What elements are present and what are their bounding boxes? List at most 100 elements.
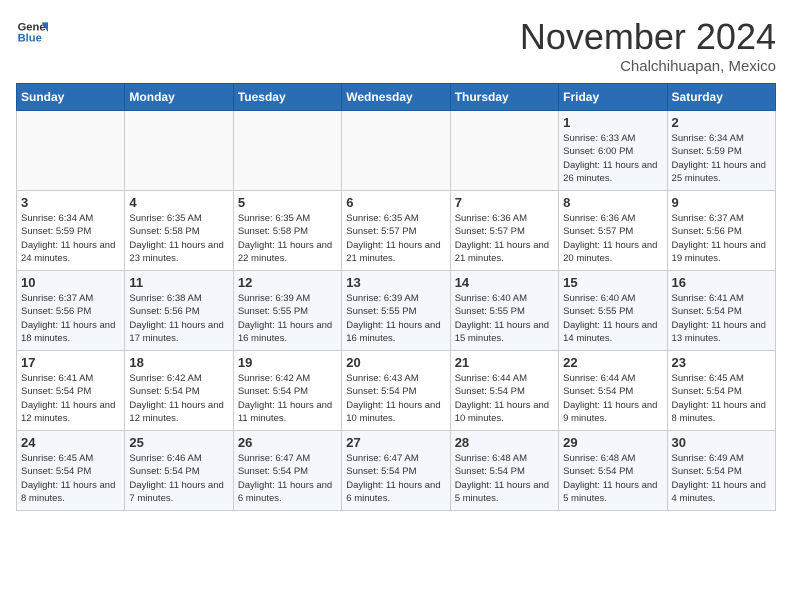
calendar-cell: 18 Sunrise: 6:42 AM Sunset: 5:54 PM Dayli… bbox=[125, 351, 233, 431]
calendar-cell: 17 Sunrise: 6:41 AM Sunset: 5:54 PM Dayli… bbox=[17, 351, 125, 431]
calendar-cell: 13 Sunrise: 6:39 AM Sunset: 5:55 PM Dayli… bbox=[342, 271, 450, 351]
calendar-cell: 12 Sunrise: 6:39 AM Sunset: 5:55 PM Dayli… bbox=[233, 271, 341, 351]
day-number: 7 bbox=[455, 195, 554, 210]
day-number: 5 bbox=[238, 195, 337, 210]
day-number: 26 bbox=[238, 435, 337, 450]
day-number: 15 bbox=[563, 275, 662, 290]
day-info: Sunrise: 6:39 AM Sunset: 5:55 PM Dayligh… bbox=[346, 292, 445, 345]
calendar-cell: 8Sunrise: 6:36 AM Sunset: 5:57 PM Daylig… bbox=[559, 191, 667, 271]
weekday-header-saturday: Saturday bbox=[667, 84, 775, 111]
page-header: General Blue November 2024 Chalchihuapan… bbox=[16, 16, 776, 75]
day-info: Sunrise: 6:35 AM Sunset: 5:58 PM Dayligh… bbox=[238, 212, 337, 265]
svg-text:Blue: Blue bbox=[18, 33, 42, 45]
calendar-cell: 29 Sunrise: 6:48 AM Sunset: 5:54 PM Dayli… bbox=[559, 431, 667, 511]
calendar-cell: 16 Sunrise: 6:41 AM Sunset: 5:54 PM Dayli… bbox=[667, 271, 775, 351]
day-number: 29 bbox=[563, 435, 662, 450]
day-number: 17 bbox=[21, 355, 120, 370]
weekday-header-wednesday: Wednesday bbox=[342, 84, 450, 111]
day-info: Sunrise: 6:41 AM Sunset: 5:54 PM Dayligh… bbox=[21, 372, 120, 425]
day-info: Sunrise: 6:42 AM Sunset: 5:54 PM Dayligh… bbox=[129, 372, 228, 425]
calendar-cell: 2 Sunrise: 6:34 AM Sunset: 5:59 PM Daylig… bbox=[667, 111, 775, 191]
day-number: 2 bbox=[672, 115, 771, 130]
calendar-cell bbox=[233, 111, 341, 191]
day-info: Sunrise: 6:44 AM Sunset: 5:54 PM Dayligh… bbox=[563, 372, 662, 425]
day-info: Sunrise: 6:49 AM Sunset: 5:54 PM Dayligh… bbox=[672, 452, 771, 505]
weekday-header-monday: Monday bbox=[125, 84, 233, 111]
day-info: Sunrise: 6:47 AM Sunset: 5:54 PM Dayligh… bbox=[238, 452, 337, 505]
day-number: 13 bbox=[346, 275, 445, 290]
day-info: Sunrise: 6:39 AM Sunset: 5:55 PM Dayligh… bbox=[238, 292, 337, 345]
calendar-cell: 21 Sunrise: 6:44 AM Sunset: 5:54 PM Dayli… bbox=[450, 351, 558, 431]
weekday-header-tuesday: Tuesday bbox=[233, 84, 341, 111]
logo-icon: General Blue bbox=[16, 16, 48, 48]
calendar-cell: 6 Sunrise: 6:35 AM Sunset: 5:57 PM Daylig… bbox=[342, 191, 450, 271]
day-info: Sunrise: 6:41 AM Sunset: 5:54 PM Dayligh… bbox=[672, 292, 771, 345]
day-info: Sunrise: 6:45 AM Sunset: 5:54 PM Dayligh… bbox=[672, 372, 771, 425]
calendar-cell: 22 Sunrise: 6:44 AM Sunset: 5:54 PM Dayli… bbox=[559, 351, 667, 431]
calendar-week-2: 3 Sunrise: 6:34 AM Sunset: 5:59 PM Daylig… bbox=[17, 191, 776, 271]
day-number: 16 bbox=[672, 275, 771, 290]
day-number: 10 bbox=[21, 275, 120, 290]
day-number: 21 bbox=[455, 355, 554, 370]
day-info: Sunrise: 6:40 AM Sunset: 5:55 PM Dayligh… bbox=[563, 292, 662, 345]
logo: General Blue bbox=[16, 16, 48, 48]
weekday-header-friday: Friday bbox=[559, 84, 667, 111]
day-info: Sunrise: 6:48 AM Sunset: 5:54 PM Dayligh… bbox=[563, 452, 662, 505]
day-number: 24 bbox=[21, 435, 120, 450]
calendar-cell: 19 Sunrise: 6:42 AM Sunset: 5:54 PM Dayli… bbox=[233, 351, 341, 431]
calendar-week-1: 1Sunrise: 6:33 AM Sunset: 6:00 PM Daylig… bbox=[17, 111, 776, 191]
calendar-cell: 10Sunrise: 6:37 AM Sunset: 5:56 PM Dayli… bbox=[17, 271, 125, 351]
title-block: November 2024 Chalchihuapan, Mexico bbox=[520, 16, 776, 75]
calendar-cell bbox=[342, 111, 450, 191]
day-number: 1 bbox=[563, 115, 662, 130]
day-number: 19 bbox=[238, 355, 337, 370]
day-info: Sunrise: 6:34 AM Sunset: 5:59 PM Dayligh… bbox=[672, 132, 771, 185]
calendar-cell: 28Sunrise: 6:48 AM Sunset: 5:54 PM Dayli… bbox=[450, 431, 558, 511]
calendar-table: SundayMondayTuesdayWednesdayThursdayFrid… bbox=[16, 83, 776, 511]
calendar-cell: 15 Sunrise: 6:40 AM Sunset: 5:55 PM Dayli… bbox=[559, 271, 667, 351]
weekday-header-sunday: Sunday bbox=[17, 84, 125, 111]
calendar-cell: 5 Sunrise: 6:35 AM Sunset: 5:58 PM Daylig… bbox=[233, 191, 341, 271]
calendar-cell: 26 Sunrise: 6:47 AM Sunset: 5:54 PM Dayli… bbox=[233, 431, 341, 511]
month-title: November 2024 bbox=[520, 16, 776, 58]
weekday-header-row: SundayMondayTuesdayWednesdayThursdayFrid… bbox=[17, 84, 776, 111]
day-number: 11 bbox=[129, 275, 228, 290]
day-info: Sunrise: 6:35 AM Sunset: 5:57 PM Dayligh… bbox=[346, 212, 445, 265]
day-number: 6 bbox=[346, 195, 445, 210]
day-number: 28 bbox=[455, 435, 554, 450]
calendar-cell: 9 Sunrise: 6:37 AM Sunset: 5:56 PM Daylig… bbox=[667, 191, 775, 271]
weekday-header-thursday: Thursday bbox=[450, 84, 558, 111]
day-info: Sunrise: 6:46 AM Sunset: 5:54 PM Dayligh… bbox=[129, 452, 228, 505]
day-info: Sunrise: 6:34 AM Sunset: 5:59 PM Dayligh… bbox=[21, 212, 120, 265]
calendar-cell: 3 Sunrise: 6:34 AM Sunset: 5:59 PM Daylig… bbox=[17, 191, 125, 271]
calendar-cell: 24 Sunrise: 6:45 AM Sunset: 5:54 PM Dayli… bbox=[17, 431, 125, 511]
day-number: 3 bbox=[21, 195, 120, 210]
day-info: Sunrise: 6:40 AM Sunset: 5:55 PM Dayligh… bbox=[455, 292, 554, 345]
day-number: 4 bbox=[129, 195, 228, 210]
calendar-cell: 25Sunrise: 6:46 AM Sunset: 5:54 PM Dayli… bbox=[125, 431, 233, 511]
day-number: 9 bbox=[672, 195, 771, 210]
day-number: 8 bbox=[563, 195, 662, 210]
calendar-cell: 7 Sunrise: 6:36 AM Sunset: 5:57 PM Daylig… bbox=[450, 191, 558, 271]
day-number: 12 bbox=[238, 275, 337, 290]
day-info: Sunrise: 6:36 AM Sunset: 5:57 PM Dayligh… bbox=[455, 212, 554, 265]
calendar-cell bbox=[450, 111, 558, 191]
day-number: 27 bbox=[346, 435, 445, 450]
day-number: 20 bbox=[346, 355, 445, 370]
calendar-cell: 14 Sunrise: 6:40 AM Sunset: 5:55 PM Dayli… bbox=[450, 271, 558, 351]
day-info: Sunrise: 6:37 AM Sunset: 5:56 PM Dayligh… bbox=[672, 212, 771, 265]
calendar-week-4: 17 Sunrise: 6:41 AM Sunset: 5:54 PM Dayli… bbox=[17, 351, 776, 431]
location-subtitle: Chalchihuapan, Mexico bbox=[520, 58, 776, 75]
day-number: 22 bbox=[563, 355, 662, 370]
calendar-cell: 4Sunrise: 6:35 AM Sunset: 5:58 PM Daylig… bbox=[125, 191, 233, 271]
day-info: Sunrise: 6:42 AM Sunset: 5:54 PM Dayligh… bbox=[238, 372, 337, 425]
day-info: Sunrise: 6:43 AM Sunset: 5:54 PM Dayligh… bbox=[346, 372, 445, 425]
day-number: 14 bbox=[455, 275, 554, 290]
calendar-cell: 11 Sunrise: 6:38 AM Sunset: 5:56 PM Dayli… bbox=[125, 271, 233, 351]
calendar-week-5: 24 Sunrise: 6:45 AM Sunset: 5:54 PM Dayli… bbox=[17, 431, 776, 511]
day-info: Sunrise: 6:38 AM Sunset: 5:56 PM Dayligh… bbox=[129, 292, 228, 345]
day-info: Sunrise: 6:44 AM Sunset: 5:54 PM Dayligh… bbox=[455, 372, 554, 425]
day-number: 30 bbox=[672, 435, 771, 450]
day-number: 18 bbox=[129, 355, 228, 370]
day-info: Sunrise: 6:45 AM Sunset: 5:54 PM Dayligh… bbox=[21, 452, 120, 505]
